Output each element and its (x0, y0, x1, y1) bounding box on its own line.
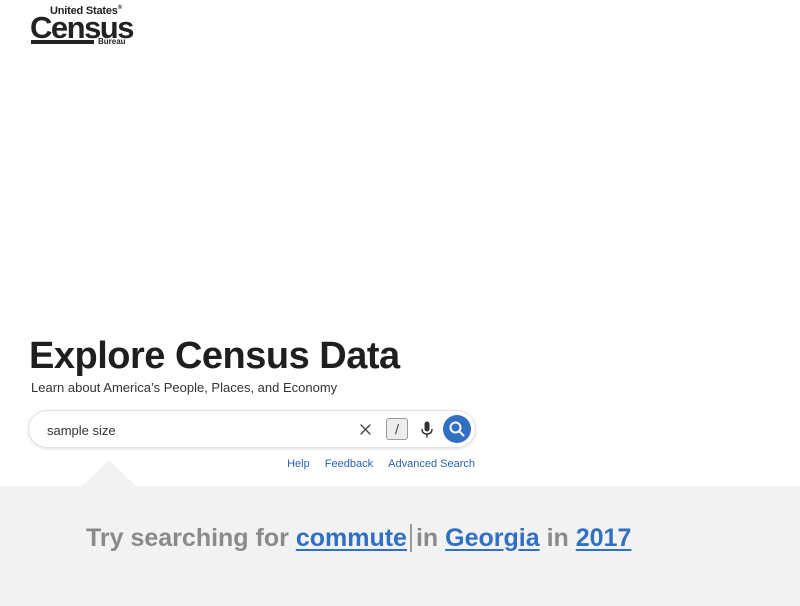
suggestion-in-2: in (546, 524, 569, 552)
typing-cursor (409, 524, 412, 552)
logo-underline (31, 40, 94, 44)
page: United States® Census Bureau Explore Cen… (0, 0, 800, 606)
clear-button[interactable] (355, 419, 375, 439)
search-icon (449, 421, 465, 437)
suggestion-prefix: Try searching for (86, 524, 289, 552)
microphone-icon (421, 421, 433, 437)
feedback-link[interactable]: Feedback (325, 458, 373, 470)
suggestion-year-link[interactable]: 2017 (576, 524, 632, 552)
suggestion-topic-link[interactable]: commute (296, 524, 407, 552)
census-logo[interactable]: United States® Census Bureau (30, 4, 140, 46)
keyboard-shortcut-hint: / (386, 418, 408, 440)
panel-pointer (82, 460, 136, 486)
logo-bureau: Bureau (98, 37, 126, 46)
page-subtitle: Learn about America’s People, Places, an… (31, 380, 338, 395)
suggestion-place-link[interactable]: Georgia (445, 524, 539, 552)
search-button[interactable] (443, 415, 471, 443)
search-input[interactable] (45, 419, 349, 441)
voice-search-button[interactable] (417, 418, 437, 440)
advanced-search-link[interactable]: Advanced Search (388, 458, 475, 470)
close-icon (359, 423, 371, 435)
search-suggestion: Try searching for commute in Georgia in 2… (86, 524, 631, 553)
page-title: Explore Census Data (29, 335, 400, 377)
help-link[interactable]: Help (287, 458, 310, 470)
suggestion-in-1: in (415, 524, 439, 552)
search-bar: / (28, 410, 476, 448)
search-links: Help Feedback Advanced Search (275, 458, 475, 470)
